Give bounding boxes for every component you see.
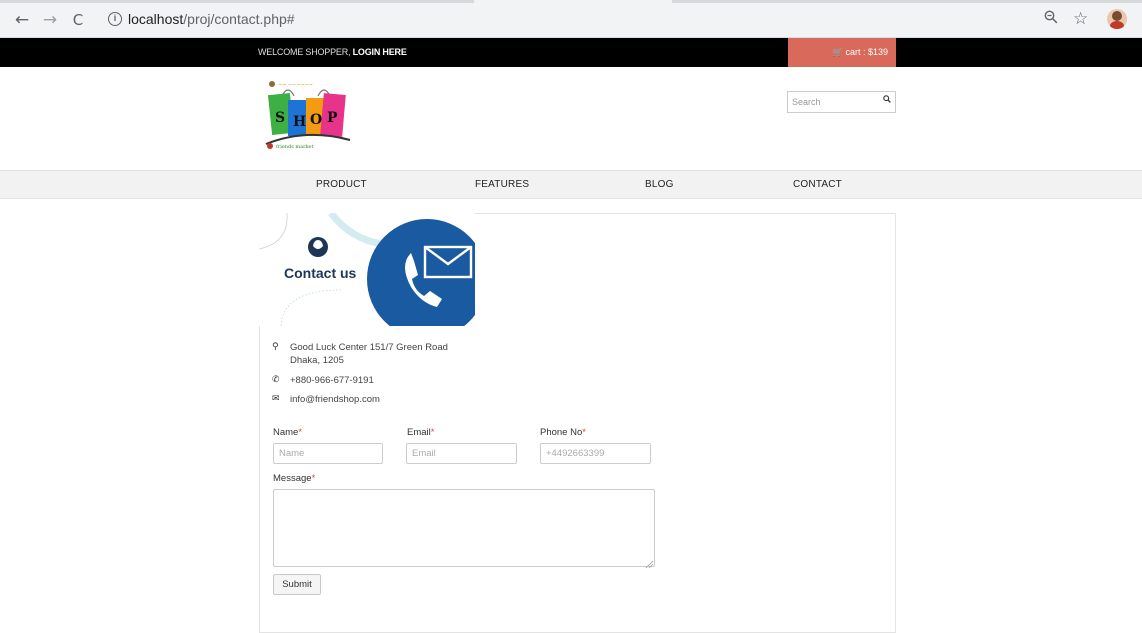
menu-item-features[interactable]: FEATURES	[475, 179, 529, 190]
svg-text:P: P	[327, 110, 338, 126]
cart-button[interactable]: 🛒 cart : $139	[788, 38, 896, 67]
menu-item-blog[interactable]: BLOG	[645, 179, 674, 190]
name-input[interactable]	[273, 443, 383, 464]
email-input[interactable]	[406, 443, 517, 464]
svg-text:H: H	[293, 114, 306, 130]
required-mark: *	[430, 427, 435, 438]
phone-input[interactable]	[540, 443, 651, 464]
welcome-message: WELCOME SHOPPER, LOGIN HERE	[258, 47, 407, 57]
name-label: Name*	[273, 427, 302, 438]
url-path: /proj/contact.php#	[183, 11, 295, 27]
svg-text:~~ ~~~~~~: ~~ ~~~~~~	[278, 82, 313, 88]
email-label: Email*	[407, 427, 434, 438]
zoom-icon[interactable]	[1044, 10, 1058, 28]
search-icon[interactable]	[883, 95, 891, 106]
tab-strip	[0, 0, 474, 3]
phone-row: ✆ +880-966-677-9191	[272, 374, 374, 387]
cart-icon: 🛒	[832, 48, 844, 58]
phone-label-text: Phone No	[540, 427, 583, 438]
submit-button[interactable]: Submit	[273, 574, 321, 595]
message-label: Message*	[273, 473, 315, 484]
profile-avatar[interactable]	[1107, 9, 1127, 29]
info-icon[interactable]: i	[108, 12, 122, 26]
contact-title: Contact us	[284, 265, 357, 281]
logo-tagline: friends market	[276, 144, 314, 150]
phone-number: +880-966-677-9191	[290, 375, 374, 386]
welcome-text: WELCOME SHOPPER,	[258, 47, 353, 57]
menu-item-contact[interactable]: CONTACT	[793, 179, 842, 190]
menu-item-product[interactable]: PRODUCT	[316, 179, 367, 190]
map-marker-icon: ⚲	[272, 342, 279, 352]
search-box[interactable]	[787, 91, 896, 113]
reload-icon[interactable]: C	[68, 10, 88, 30]
main-menu: PRODUCT FEATURES BLOG CONTACT	[0, 170, 1142, 199]
phone-label: Phone No*	[540, 427, 586, 438]
svg-text:S: S	[275, 110, 285, 126]
top-bar: WELCOME SHOPPER, LOGIN HERE 🛒 cart : $139	[0, 38, 1142, 67]
phone-icon: ✆	[272, 375, 280, 385]
url-host: localhost	[128, 11, 184, 27]
address-line2: Dhaka, 1205	[290, 355, 344, 366]
required-mark: *	[311, 473, 316, 484]
email-label-text: Email	[407, 427, 431, 438]
required-mark: *	[582, 427, 586, 438]
cart-label: cart : $139	[845, 47, 888, 57]
svg-text:O: O	[310, 112, 322, 128]
browser-toolbar: ← → C i localhost/proj/contact.php# ☆	[0, 0, 1142, 38]
login-link[interactable]: LOGIN HERE	[353, 47, 407, 57]
forward-icon[interactable]: →	[40, 10, 60, 30]
contact-banner: Contact us	[259, 213, 475, 326]
address-line1: Good Luck Center 151/7 Green Road	[290, 342, 448, 353]
bookmark-star-icon[interactable]: ☆	[1073, 9, 1088, 29]
url-text[interactable]: localhost/proj/contact.php#	[128, 11, 295, 27]
resize-handle-icon[interactable]	[645, 556, 654, 569]
email-row: ✉ info@friendshop.com	[272, 393, 380, 406]
address-row: ⚲ Good Luck Center 151/7 Green Road Dhaka,…	[272, 341, 448, 367]
email-address: info@friendshop.com	[290, 394, 380, 405]
tab-strip	[672, 0, 1142, 3]
address-bar[interactable]: i localhost/proj/contact.php#	[96, 7, 1096, 33]
back-icon[interactable]: ←	[12, 10, 32, 30]
name-label-text: Name	[273, 427, 299, 438]
shop-logo[interactable]: S H O P friends market ~~ ~~~~~~	[262, 78, 354, 154]
message-label-text: Message	[273, 473, 312, 484]
message-textarea[interactable]	[273, 489, 655, 567]
required-mark: *	[298, 427, 303, 438]
envelope-icon: ✉	[272, 394, 280, 404]
search-input[interactable]	[792, 95, 872, 109]
